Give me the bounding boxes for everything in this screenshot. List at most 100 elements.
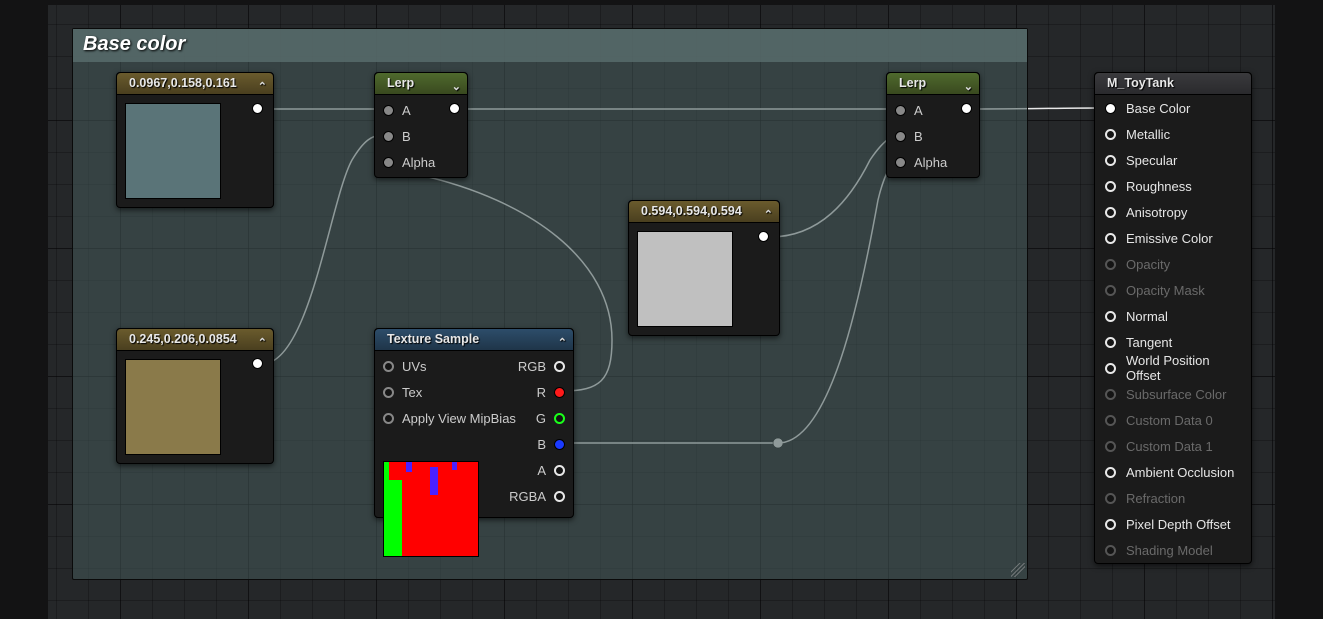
material-input-anisotropy[interactable]: Anisotropy	[1095, 199, 1251, 225]
pin-label: Metallic	[1126, 127, 1170, 142]
output-pin-rgb[interactable]: RGB	[518, 359, 565, 374]
input-pin-uvs[interactable]: UVs	[383, 359, 427, 374]
node-texture-sample[interactable]: Texture Sample ⌃ UVs RGB Tex R Apply Vie…	[374, 328, 574, 518]
output-pin-rgba[interactable]: RGBA	[509, 489, 565, 504]
chevron-down-icon[interactable]: ⌄	[964, 77, 973, 98]
input-pin-tex[interactable]: Tex	[383, 385, 422, 400]
node-header[interactable]: Texture Sample ⌃	[375, 329, 573, 351]
output-pin-b[interactable]: B	[537, 437, 565, 452]
node-body: UVs RGB Tex R Apply View MipBias G B A	[375, 351, 573, 517]
pin-dot-icon	[1105, 311, 1116, 322]
node-constant3vector-1[interactable]: 0.0967,0.158,0.161 ⌃	[116, 72, 274, 208]
pin-label: R	[537, 385, 546, 400]
input-pin-a[interactable]: A	[383, 97, 459, 123]
material-pins: Base Color Metallic Specular Roughness Aniso…	[1095, 95, 1251, 563]
node-body	[629, 223, 779, 335]
pin-label: Roughness	[1126, 179, 1192, 194]
pin-label: A	[402, 103, 411, 118]
output-pin[interactable]	[252, 103, 263, 114]
pin-label: World Position Offset	[1126, 353, 1241, 383]
material-input-refraction: Refraction	[1095, 485, 1251, 511]
material-input-subsurface-color: Subsurface Color	[1095, 381, 1251, 407]
material-input-world-position-offset[interactable]: World Position Offset	[1095, 355, 1251, 381]
color-swatch[interactable]	[637, 231, 733, 327]
material-input-ambient-occlusion[interactable]: Ambient Occlusion	[1095, 459, 1251, 485]
pin-label: Apply View MipBias	[402, 411, 516, 426]
node-header[interactable]: 0.245,0.206,0.0854 ⌃	[117, 329, 273, 351]
material-input-opacity: Opacity	[1095, 251, 1251, 277]
material-input-tangent[interactable]: Tangent	[1095, 329, 1251, 355]
pin-dot-icon	[1105, 363, 1116, 374]
node-header[interactable]: M_ToyTank	[1095, 73, 1251, 95]
material-input-opacity-mask: Opacity Mask	[1095, 277, 1251, 303]
material-input-pixel-depth-offset[interactable]: Pixel Depth Offset	[1095, 511, 1251, 537]
chevron-up-icon[interactable]: ⌃	[764, 205, 773, 226]
pin-dot-icon	[1105, 103, 1116, 114]
texture-preview[interactable]	[383, 461, 479, 557]
input-pin-a[interactable]: A	[895, 97, 971, 123]
material-input-custom-data-1: Custom Data 1	[1095, 433, 1251, 459]
node-header[interactable]: 0.594,0.594,0.594 ⌃	[629, 201, 779, 223]
node-header[interactable]: Lerp ⌄	[375, 73, 467, 95]
input-pin-mipbias[interactable]: Apply View MipBias	[383, 411, 516, 426]
pin-dot-icon	[1105, 259, 1116, 270]
output-pin[interactable]	[961, 103, 972, 114]
node-lerp-1[interactable]: Lerp ⌄ A B Alpha	[374, 72, 468, 178]
pin-label: Tangent	[1126, 335, 1172, 350]
pin-label: A	[537, 463, 546, 478]
material-input-base-color[interactable]: Base Color	[1095, 95, 1251, 121]
output-pin-g[interactable]: G	[536, 411, 565, 426]
pin-label: Emissive Color	[1126, 231, 1213, 246]
chevron-down-icon[interactable]: ⌄	[452, 77, 461, 98]
material-input-specular[interactable]: Specular	[1095, 147, 1251, 173]
node-title: M_ToyTank	[1107, 76, 1174, 90]
material-input-normal[interactable]: Normal	[1095, 303, 1251, 329]
node-material-output[interactable]: M_ToyTank Base Color Metallic Specular Roug…	[1094, 72, 1252, 564]
material-input-metallic[interactable]: Metallic	[1095, 121, 1251, 147]
pin-label: UVs	[402, 359, 427, 374]
node-title: Lerp	[899, 76, 926, 90]
node-lerp-2[interactable]: Lerp ⌄ A B Alpha	[886, 72, 980, 178]
pin-label: Specular	[1126, 153, 1177, 168]
chevron-up-icon[interactable]: ⌃	[258, 77, 267, 98]
material-input-roughness[interactable]: Roughness	[1095, 173, 1251, 199]
node-constant3vector-3[interactable]: 0.594,0.594,0.594 ⌃	[628, 200, 780, 336]
input-pin-alpha[interactable]: Alpha	[895, 149, 971, 175]
pin-label: Shading Model	[1126, 543, 1213, 558]
chevron-up-icon[interactable]: ⌃	[558, 333, 567, 354]
resize-grip-icon[interactable]	[1011, 563, 1025, 577]
graph-canvas[interactable]: Base color 0.0967,0.158,0.161 ⌃ 0.245,0.…	[0, 0, 1323, 619]
output-pin[interactable]	[252, 358, 263, 369]
node-title: Texture Sample	[387, 332, 479, 346]
input-pin-alpha[interactable]: Alpha	[383, 149, 459, 175]
pin-dot-icon	[1105, 467, 1116, 478]
pin-label: B	[537, 437, 546, 452]
input-pin-b[interactable]: B	[383, 123, 459, 149]
pin-label: RGB	[518, 359, 546, 374]
comment-title[interactable]: Base color	[73, 29, 1027, 62]
chevron-up-icon[interactable]: ⌃	[258, 333, 267, 354]
pin-label: Custom Data 1	[1126, 439, 1213, 454]
pin-dot-icon	[1105, 285, 1116, 296]
node-header[interactable]: 0.0967,0.158,0.161 ⌃	[117, 73, 273, 95]
color-swatch[interactable]	[125, 103, 221, 199]
pin-dot-icon	[1105, 233, 1116, 244]
node-header[interactable]: Lerp ⌄	[887, 73, 979, 95]
panel-edge-left	[0, 0, 48, 619]
node-constant3vector-2[interactable]: 0.245,0.206,0.0854 ⌃	[116, 328, 274, 464]
pin-dot-icon	[1105, 155, 1116, 166]
node-title: Lerp	[387, 76, 414, 90]
pin-dot-icon	[1105, 493, 1116, 504]
node-body	[117, 95, 273, 207]
output-pin-r[interactable]: R	[537, 385, 565, 400]
color-swatch[interactable]	[125, 359, 221, 455]
pin-label: Alpha	[402, 155, 435, 170]
pin-label: Custom Data 0	[1126, 413, 1213, 428]
output-pin[interactable]	[758, 231, 769, 242]
material-input-emissive-color[interactable]: Emissive Color	[1095, 225, 1251, 251]
output-pin-a[interactable]: A	[537, 463, 565, 478]
pin-dot-icon	[1105, 207, 1116, 218]
input-pin-b[interactable]: B	[895, 123, 971, 149]
pin-dot-icon	[1105, 181, 1116, 192]
output-pin[interactable]	[449, 103, 460, 114]
